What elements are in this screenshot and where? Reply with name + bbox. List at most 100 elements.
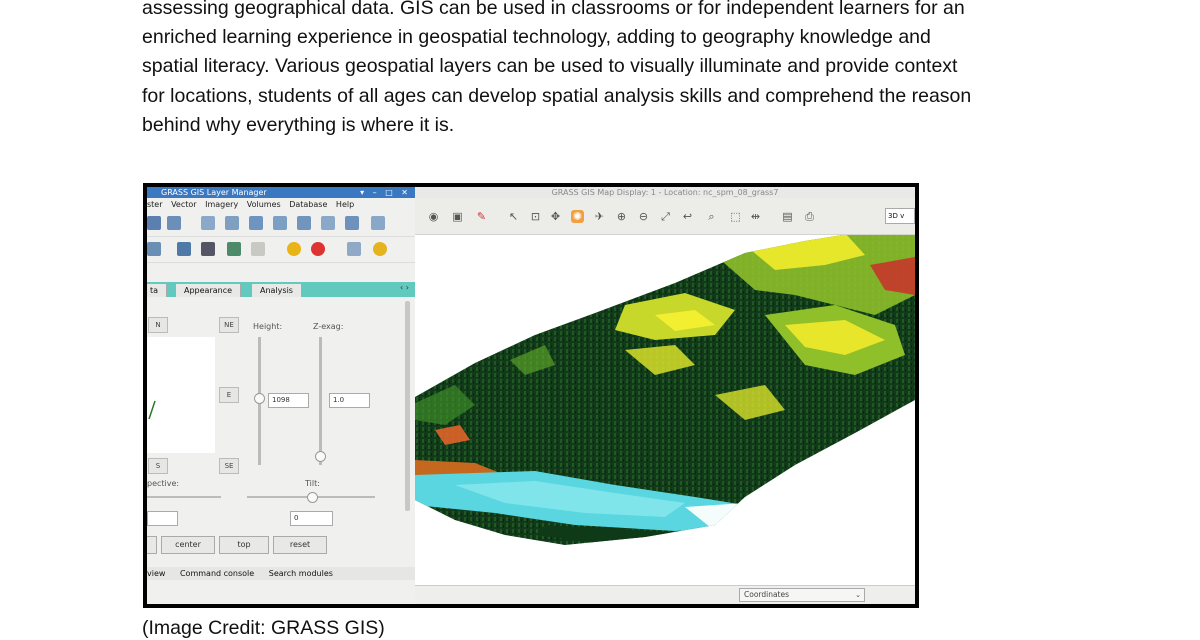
overlay-icon[interactable]: ⬚: [729, 210, 742, 223]
zexag-slider[interactable]: [319, 337, 322, 465]
panel-scrollbar[interactable]: [405, 301, 410, 511]
map-statusbar: Coordinates ⌄: [415, 585, 915, 604]
modeler-icon[interactable]: [227, 242, 241, 256]
zexag-value-field[interactable]: 1.0: [329, 393, 370, 408]
measure-icon[interactable]: ⇹: [749, 210, 762, 223]
zoom-back-icon[interactable]: ↩: [681, 210, 694, 223]
zoom-menu-icon[interactable]: ⌕: [705, 210, 718, 223]
tab-scroll-icon[interactable]: ‹ ›: [400, 283, 409, 292]
add-group-icon[interactable]: [345, 216, 359, 230]
zoom-region-icon[interactable]: ⤢: [659, 210, 672, 223]
help-icon[interactable]: [311, 242, 325, 256]
top-button[interactable]: top: [219, 536, 269, 554]
georect-icon[interactable]: [251, 242, 265, 256]
direction-ne-button[interactable]: NE: [219, 317, 239, 333]
print-map-icon[interactable]: ⎙: [803, 210, 816, 223]
layer-manager-window: GRASS GIS Layer Manager ▾ – □ ✕ ster Vec…: [147, 187, 417, 604]
tab-search-modules[interactable]: Search modules: [269, 569, 333, 578]
open-icon[interactable]: [147, 216, 161, 230]
menu-imagery[interactable]: Imagery: [205, 200, 238, 209]
display-icon[interactable]: ◉: [427, 210, 440, 223]
tab-map-view[interactable]: view: [147, 569, 165, 578]
paragraph-line: enriched learning experience in geospati…: [142, 26, 931, 49]
coordinates-select[interactable]: Coordinates ⌄: [739, 588, 865, 602]
layer-manager-title: GRASS GIS Layer Manager: [161, 188, 267, 197]
map-display-title: GRASS GIS Map Display: 1 - Location: nc_…: [551, 188, 779, 197]
edit-icon[interactable]: [147, 242, 161, 256]
grid-icon[interactable]: [201, 242, 215, 256]
erase-icon[interactable]: ✎: [475, 210, 488, 223]
map-display-toolbar: ◉ ▣ ✎ ↖ ⊡ ✥ ✺ ✈ ⊕ ⊖ ⤢ ↩ ⌕ ⬚ ⇹ ▤ ⎙ 3D v: [415, 198, 915, 235]
download-icon[interactable]: [167, 216, 181, 230]
center-button[interactable]: center: [161, 536, 215, 554]
menu-volumes[interactable]: Volumes: [247, 200, 281, 209]
height-slider-knob[interactable]: [254, 393, 265, 404]
direction-s-button[interactable]: S: [148, 458, 168, 474]
zoom-out-icon[interactable]: ⊖: [637, 210, 650, 223]
paragraph-line: behind why everything is where it is.: [142, 113, 455, 136]
menu-vector[interactable]: Vector: [171, 200, 197, 209]
print-icon[interactable]: [347, 242, 361, 256]
tilt-slider-knob[interactable]: [307, 492, 318, 503]
direction-e-button[interactable]: E: [219, 387, 239, 403]
tab-appearance[interactable]: Appearance: [175, 283, 242, 297]
query-icon[interactable]: ⊡: [529, 210, 542, 223]
rotate-icon[interactable]: ✺: [571, 210, 584, 223]
raster-calc-icon[interactable]: [177, 242, 191, 256]
direction-se-button[interactable]: SE: [219, 458, 239, 474]
fly-icon[interactable]: ✈: [593, 210, 606, 223]
tab-command-console[interactable]: Command console: [180, 569, 254, 578]
tab-analysis[interactable]: Analysis: [251, 283, 302, 297]
height-label: Height:: [253, 322, 283, 331]
coordinates-label: Coordinates: [744, 590, 790, 599]
zexag-label: Z-exag:: [313, 322, 344, 331]
chevron-down-icon: ⌄: [855, 591, 861, 599]
height-value-field[interactable]: 1098: [268, 393, 309, 408]
layer-manager-menubar: ster Vector Imagery Volumes Database Hel…: [147, 198, 415, 211]
render-icon[interactable]: ▣: [451, 210, 464, 223]
render-mode-select[interactable]: 3D v: [885, 208, 915, 224]
menu-raster[interactable]: ster: [147, 200, 163, 209]
perspective-slider[interactable]: [147, 496, 221, 498]
bottom-tabs: view Command console Search modules: [147, 567, 415, 580]
paragraph-line: assessing geographical data. GIS can be …: [142, 0, 965, 19]
article-paragraph: assessing geographical data. GIS can be …: [142, 0, 1072, 140]
layer-manager-titlebar: GRASS GIS Layer Manager ▾ – □ ✕: [147, 187, 415, 198]
view-position-line: [148, 400, 156, 420]
partial-button[interactable]: [147, 536, 157, 554]
paragraph-line: spatial literacy. Various geospatial lay…: [142, 55, 958, 78]
pointer-icon[interactable]: ↖: [507, 210, 520, 223]
zoom-in-icon[interactable]: ⊕: [615, 210, 628, 223]
menu-database[interactable]: Database: [289, 200, 327, 209]
layer-toolbar-2: [147, 237, 415, 263]
zexag-slider-knob[interactable]: [315, 451, 326, 462]
add-overlay-icon[interactable]: [321, 216, 335, 230]
add-vector-icon[interactable]: [273, 216, 287, 230]
position-canvas[interactable]: [147, 337, 215, 453]
tilt-label: Tilt:: [305, 479, 320, 488]
pan-icon[interactable]: ✥: [549, 210, 562, 223]
image-caption: (Image Credit: GRASS GIS): [142, 617, 385, 639]
direction-n-button[interactable]: N: [148, 317, 168, 333]
terrain-surface: [415, 235, 915, 545]
quit-icon[interactable]: [373, 242, 387, 256]
tab-data[interactable]: ta: [147, 283, 168, 297]
perspective-label: pective:: [147, 479, 180, 488]
layer-toolbar-1: [147, 211, 415, 237]
add-rgb-icon[interactable]: [225, 216, 239, 230]
settings-icon[interactable]: [287, 242, 301, 256]
window-controls[interactable]: ▾ – □ ✕: [360, 187, 411, 198]
add-thematic-icon[interactable]: [297, 216, 311, 230]
add-raster-icon[interactable]: [201, 216, 215, 230]
reset-button[interactable]: reset: [273, 536, 327, 554]
tilt-value-field[interactable]: 0: [290, 511, 333, 526]
menu-help[interactable]: Help: [336, 200, 354, 209]
remove-layer-icon[interactable]: [371, 216, 385, 230]
perspective-value-field[interactable]: [147, 511, 178, 526]
add-shaded-icon[interactable]: [249, 216, 263, 230]
grass-gis-screenshot: GRASS GIS Layer Manager ▾ – □ ✕ ster Vec…: [143, 183, 919, 608]
save-image-icon[interactable]: ▤: [781, 210, 794, 223]
layer-manager-tabs: ta Appearance Analysis ‹ ›: [147, 282, 415, 297]
3d-terrain-view[interactable]: [415, 235, 915, 587]
paragraph-line: for locations, students of all ages can …: [142, 84, 972, 107]
